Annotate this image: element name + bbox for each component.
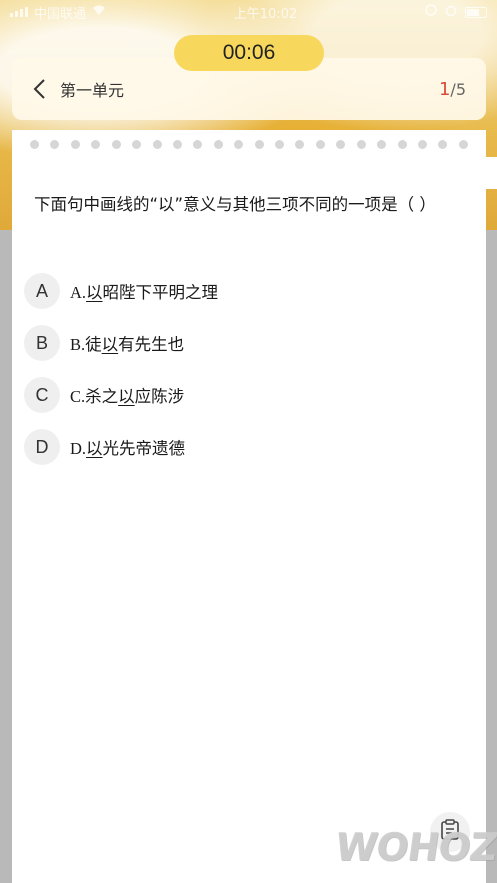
underlined-word: 以: [101, 335, 119, 354]
underlined-word: 以: [86, 439, 103, 458]
watermark-logo: WOHOZ: [332, 825, 497, 869]
paper-holes: [30, 140, 468, 149]
option-c[interactable]: C C.杀之以应陈涉: [24, 369, 464, 421]
countdown-timer: 00:06: [174, 35, 324, 71]
option-text: A.以昭陛下平明之理: [70, 283, 219, 302]
status-bar: 中国联通 上午10:02: [0, 0, 497, 24]
option-b[interactable]: B B.徒以有先生也: [24, 317, 464, 369]
lock-rotation-icon: [425, 4, 437, 20]
option-text: D.以光先帝遗德: [70, 439, 186, 458]
question-progress: 1/5: [439, 79, 466, 100]
progress-current: 1: [438, 78, 451, 100]
option-letter: A: [24, 273, 60, 309]
unit-title: 第一单元: [60, 81, 125, 100]
status-time: 上午10:02: [233, 6, 298, 22]
progress-total: /5: [450, 79, 466, 99]
paper-corner-tab: [458, 157, 497, 189]
option-text: C.杀之以应陈涉: [70, 387, 185, 406]
status-right: [425, 4, 487, 20]
carrier-label: 中国联通: [34, 6, 87, 22]
wifi-icon: [92, 5, 106, 20]
option-text: B.徒以有先生也: [70, 335, 185, 354]
option-a[interactable]: A A.以昭陛下平明之理: [24, 265, 464, 317]
back-chevron-icon[interactable]: [32, 78, 50, 100]
options-list: A A.以昭陛下平明之理 B B.徒以有先生也 C C.杀之以应陈涉 D D.以…: [24, 265, 464, 473]
option-letter: D: [24, 429, 60, 465]
question-paper: 下面句中画线的“以”意义与其他三项不同的一项是（ ） A A.以昭陛下平明之理 …: [12, 130, 486, 883]
signal-icon: [10, 7, 28, 17]
question-text: 下面句中画线的“以”意义与其他三项不同的一项是（ ）: [34, 195, 436, 214]
option-letter: C: [24, 377, 60, 413]
battery-icon: [464, 6, 487, 18]
status-left: 中国联通: [10, 3, 106, 22]
underlined-word: 以: [86, 283, 103, 302]
underlined-word: 以: [118, 387, 135, 406]
alarm-icon: [445, 4, 457, 20]
option-d[interactable]: D D.以光先帝遗德: [24, 421, 464, 473]
option-letter: B: [24, 325, 60, 361]
